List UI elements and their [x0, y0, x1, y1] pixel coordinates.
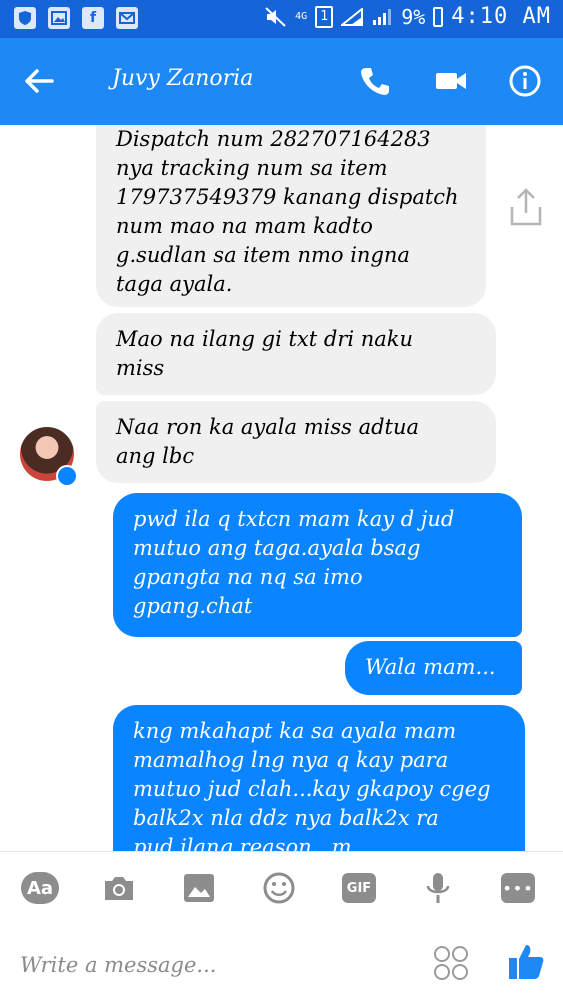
voice-button[interactable]: [418, 870, 458, 906]
gallery-button[interactable]: [179, 870, 219, 906]
image-icon: [184, 874, 214, 902]
smiley-icon: [263, 872, 295, 904]
more-options-button[interactable]: •••: [498, 870, 538, 906]
email-notification-icon: [116, 7, 138, 29]
camera-icon: [105, 877, 133, 900]
message-input[interactable]: [18, 947, 402, 983]
phone-call-icon[interactable]: [358, 64, 392, 98]
message-thread[interactable]: Dispatch num 282707164283 nya tracking n…: [0, 125, 563, 851]
sim-slot: 1: [315, 5, 334, 28]
clock: 4:10 AM: [451, 4, 551, 29]
microphone-icon: [426, 873, 450, 903]
more-icon: •••: [501, 873, 535, 903]
back-arrow-icon[interactable]: [22, 64, 56, 98]
conversation-header: Juvy Zanoria: [0, 38, 563, 125]
info-icon[interactable]: [508, 64, 542, 98]
contact-name[interactable]: Juvy Zanoria: [112, 66, 253, 91]
message-composer: [0, 927, 563, 1000]
battery-icon: [433, 6, 444, 27]
signal-icon-2: [373, 8, 392, 25]
composer-toolbar: Aa GIF •••: [0, 851, 563, 928]
gallery-icon: [48, 7, 70, 29]
messenger-badge-icon: [56, 465, 78, 487]
camera-button[interactable]: [99, 870, 139, 906]
aa-label: Aa: [21, 872, 59, 904]
gif-button[interactable]: GIF: [339, 870, 379, 906]
network-type: 4G: [295, 10, 308, 22]
mute-icon: [265, 6, 286, 27]
status-bar: f 4G 1 9% 4:10 AM: [0, 0, 563, 38]
share-icon[interactable]: [508, 187, 544, 227]
battery-percent: 9%: [401, 4, 426, 29]
video-call-icon[interactable]: [434, 64, 468, 98]
message-bubble-outgoing[interactable]: Wala mam...: [345, 641, 522, 695]
message-bubble-outgoing[interactable]: pwd ila q txtcn mam kay d jud mutuo ang …: [113, 493, 522, 637]
text-format-button[interactable]: Aa: [20, 870, 60, 906]
facebook-icon: f: [82, 7, 104, 29]
message-bubble-incoming[interactable]: Mao na ilang gi txt dri naku miss: [96, 313, 496, 395]
emoji-picker-icon[interactable]: [433, 945, 469, 981]
gif-label: GIF: [342, 873, 376, 903]
shield-icon: [14, 7, 36, 29]
signal-icon: [341, 7, 364, 26]
thumbs-up-icon[interactable]: [507, 941, 545, 981]
message-bubble-incoming[interactable]: Naa ron ka ayala miss adtua ang lbc: [96, 401, 496, 483]
sticker-button[interactable]: [259, 870, 299, 906]
message-bubble-incoming[interactable]: Dispatch num 282707164283 nya tracking n…: [96, 125, 486, 307]
message-bubble-outgoing[interactable]: kng mkahapt ka sa ayala mam mamalhog lng…: [113, 705, 525, 851]
